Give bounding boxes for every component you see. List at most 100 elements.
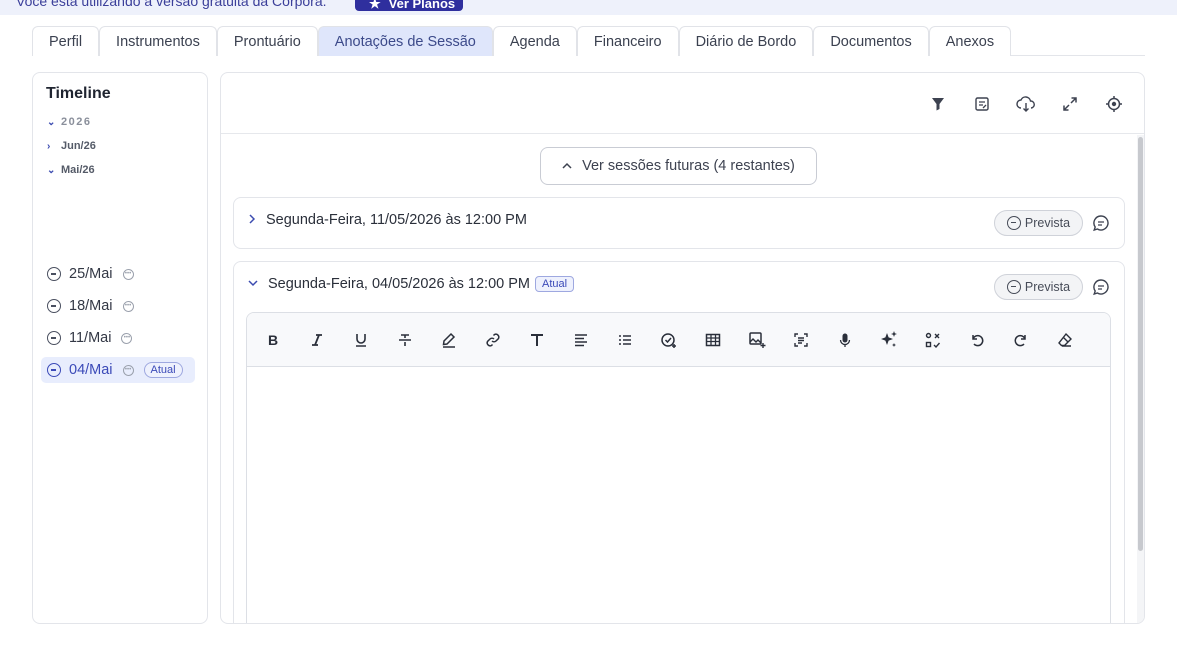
- timeline-month-mai[interactable]: ⌄ Mai/26: [47, 164, 95, 176]
- target-icon[interactable]: [1104, 94, 1124, 114]
- tab-label: Perfil: [49, 33, 83, 50]
- session-label: 04/Mai: [69, 362, 113, 378]
- bold-icon[interactable]: B: [262, 329, 284, 351]
- future-sessions-label: Ver sessões futuras (4 restantes): [582, 158, 795, 174]
- comment-icon: •••: [122, 364, 134, 376]
- scan-text-icon[interactable]: [790, 329, 812, 351]
- tab-label: Diário de Bordo: [695, 33, 797, 50]
- panel-toolbar: [221, 73, 1144, 134]
- year-label: 2026: [61, 116, 92, 128]
- link-icon[interactable]: [482, 329, 504, 351]
- tab-label: Financeiro: [593, 33, 662, 50]
- timeline-month-jun[interactable]: › Jun/26: [47, 140, 96, 152]
- editor-toolbar: B: [247, 313, 1110, 367]
- table-icon[interactable]: [702, 329, 724, 351]
- status-label: Prevista: [1024, 280, 1071, 294]
- minus-circle-icon: [1006, 216, 1021, 230]
- status-prevista-button[interactable]: Prevista: [994, 274, 1083, 300]
- timeline-session-25-mai[interactable]: 25/Mai •••: [41, 261, 195, 287]
- month-label: Jun/26: [61, 140, 96, 152]
- session-label: 11/Mai: [69, 330, 112, 346]
- ai-sparkle-icon[interactable]: [878, 329, 900, 351]
- tab-label: Prontuário: [233, 33, 301, 50]
- expand-icon[interactable]: [1060, 94, 1080, 114]
- list-icon[interactable]: [614, 329, 636, 351]
- tab-label: Instrumentos: [116, 33, 200, 50]
- chevron-down-icon: [248, 278, 258, 290]
- tab-label: Anexos: [945, 33, 995, 50]
- tab-financeiro[interactable]: Financeiro: [576, 26, 679, 56]
- notes-icon[interactable]: [972, 94, 992, 114]
- highlight-icon[interactable]: [438, 329, 460, 351]
- chevron-up-icon: [562, 159, 572, 173]
- view-plans-label: Ver Planos: [388, 0, 456, 11]
- tab-instrumentos[interactable]: Instrumentos: [99, 26, 217, 56]
- session-card: Segunda-Feira, 04/05/2026 às 12:00 PM At…: [233, 261, 1125, 623]
- checklist-icon[interactable]: [658, 329, 680, 351]
- tab-anexos[interactable]: Anexos: [928, 26, 1012, 56]
- minus-circle-icon: [47, 267, 61, 281]
- filter-icon[interactable]: [928, 94, 948, 114]
- timeline-title: Timeline: [46, 85, 111, 102]
- tab-label: Agenda: [509, 33, 560, 50]
- editor-content-area[interactable]: [247, 367, 1110, 623]
- tab-label: Anotações de Sessão: [334, 33, 476, 50]
- text-format-icon[interactable]: [526, 329, 548, 351]
- tab-label: Documentos: [830, 33, 912, 50]
- banner-text: Você está utilizando a versão gratuita d…: [16, 0, 327, 9]
- session-card-header[interactable]: Segunda-Feira, 11/05/2026 às 12:00 PM: [248, 212, 527, 228]
- image-icon[interactable]: [746, 329, 768, 351]
- rich-text-editor: B: [246, 312, 1111, 623]
- tab-anotacoes-de-sessao[interactable]: Anotações de Sessão: [317, 26, 493, 56]
- timeline-year-2026[interactable]: ⌄ 2026: [47, 116, 91, 128]
- status-label: Prevista: [1024, 216, 1071, 230]
- month-label: Mai/26: [61, 164, 95, 176]
- session-notes-panel: Ver sessões futuras (4 restantes) Segund…: [220, 72, 1145, 624]
- tab-diario-de-bordo[interactable]: Diário de Bordo: [678, 26, 814, 56]
- tab-perfil[interactable]: Perfil: [32, 26, 100, 56]
- session-date: Segunda-Feira, 04/05/2026 às 12:00 PM: [268, 276, 530, 292]
- svg-text:B: B: [268, 332, 278, 348]
- scrollbar-thumb[interactable]: [1138, 137, 1143, 551]
- tab-prontuario[interactable]: Prontuário: [216, 26, 318, 56]
- microphone-icon[interactable]: [834, 329, 856, 351]
- comment-icon[interactable]: [1092, 214, 1110, 232]
- chevron-down-icon: ⌄: [47, 164, 56, 176]
- vertical-scrollbar[interactable]: [1137, 135, 1144, 623]
- comment-icon: •••: [121, 332, 133, 344]
- current-badge: Atual: [534, 276, 575, 292]
- timeline-session-11-mai[interactable]: 11/Mai •••: [41, 325, 195, 351]
- current-badge: Atual: [143, 362, 183, 378]
- show-future-sessions-button[interactable]: Ver sessões futuras (4 restantes): [540, 147, 817, 185]
- trial-banner: Você está utilizando a versão gratuita d…: [0, 0, 1177, 15]
- italic-icon[interactable]: [306, 329, 328, 351]
- timeline-session-18-mai[interactable]: 18/Mai •••: [41, 293, 195, 319]
- tab-documentos[interactable]: Documentos: [813, 26, 929, 56]
- underline-icon[interactable]: [350, 329, 372, 351]
- comment-icon[interactable]: [1092, 278, 1110, 296]
- status-prevista-button[interactable]: Prevista: [994, 210, 1083, 236]
- undo-icon[interactable]: [966, 329, 988, 351]
- eraser-icon[interactable]: [1054, 329, 1076, 351]
- session-card-header[interactable]: Segunda-Feira, 04/05/2026 às 12:00 PM At…: [248, 276, 575, 292]
- transform-icon[interactable]: [922, 329, 944, 351]
- minus-circle-icon: [1006, 280, 1021, 294]
- timeline-session-04-mai[interactable]: 04/Mai ••• Atual: [41, 357, 195, 383]
- chevron-right-icon: [248, 213, 256, 227]
- align-icon[interactable]: [570, 329, 592, 351]
- cloud-download-icon[interactable]: [1016, 94, 1036, 114]
- session-date: Segunda-Feira, 11/05/2026 às 12:00 PM: [266, 212, 527, 228]
- minus-circle-icon: [47, 331, 61, 345]
- session-card: Segunda-Feira, 11/05/2026 às 12:00 PM Pr…: [233, 197, 1125, 249]
- minus-circle-icon: [47, 299, 61, 313]
- patient-tabs: Perfil Instrumentos Prontuário Anotações…: [32, 26, 1145, 56]
- redo-icon[interactable]: [1010, 329, 1032, 351]
- chevron-right-icon: ›: [47, 140, 51, 152]
- session-label: 18/Mai: [69, 298, 113, 314]
- comment-icon: •••: [122, 268, 134, 280]
- tab-agenda[interactable]: Agenda: [492, 26, 577, 56]
- strikethrough-icon[interactable]: [394, 329, 416, 351]
- timeline-panel: Timeline ⌄ 2026 › Jun/26 ⌄ Mai/26 25/Mai…: [32, 72, 208, 624]
- chevron-down-icon: ⌄: [47, 116, 57, 128]
- view-plans-button[interactable]: ★ Ver Planos: [355, 0, 463, 11]
